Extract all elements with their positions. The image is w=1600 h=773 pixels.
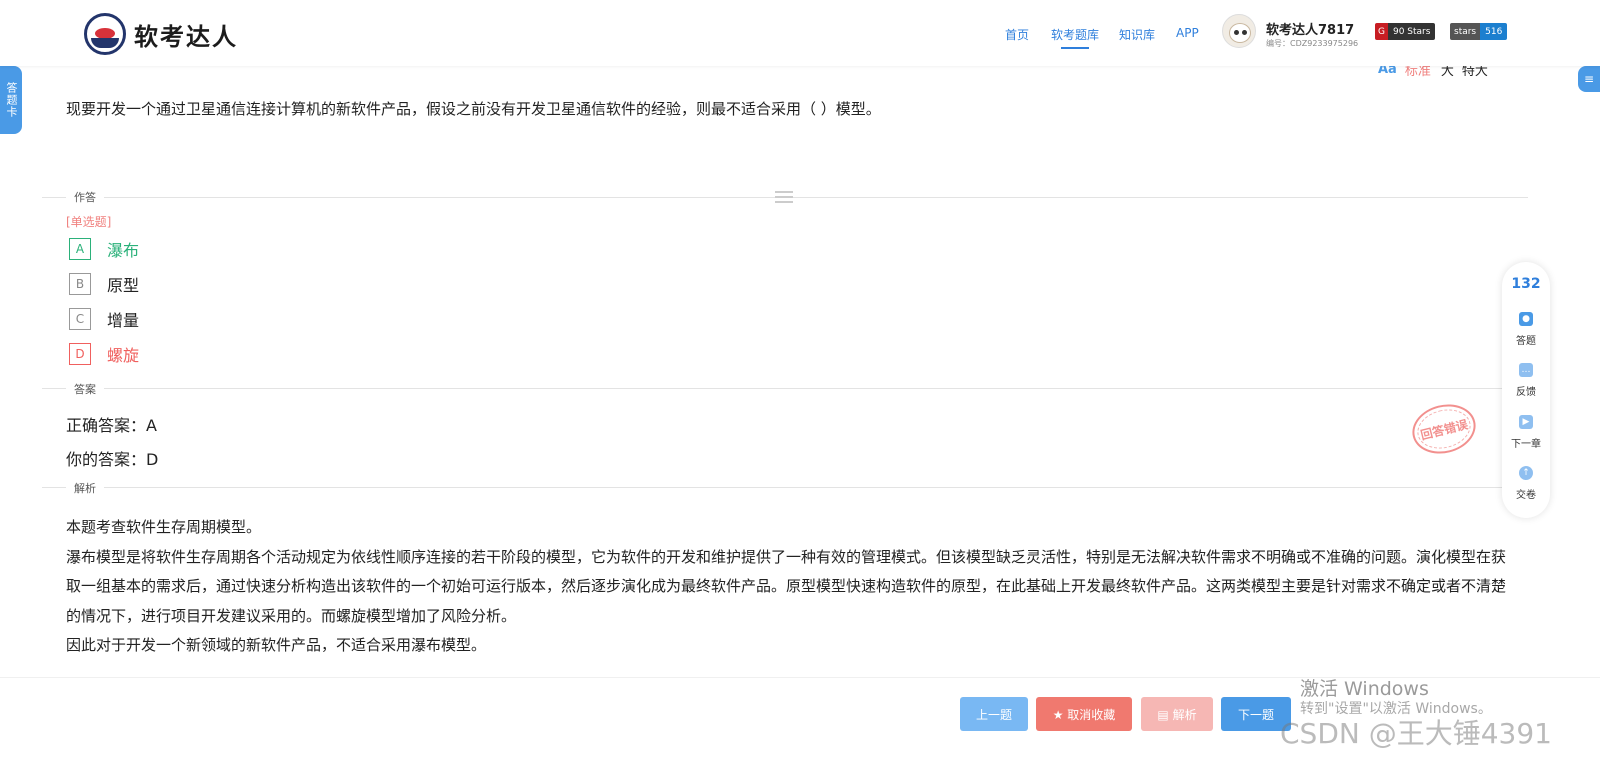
divider	[42, 388, 1528, 389]
menu-icon[interactable]: ≡	[1578, 66, 1600, 92]
submit-button[interactable]: ↑ 交卷	[1502, 466, 1550, 501]
github-stars-badge[interactable]: stars 516	[1450, 23, 1508, 40]
logo-text: 软考达人	[134, 22, 238, 51]
explanation-paragraph: 瀑布模型是将软件生存周期各个活动规定为依线性顺序连接的若干阶段的模型，它为软件的…	[66, 547, 1507, 625]
gitee-stars-badge[interactable]: G 90 Stars	[1375, 23, 1436, 40]
option-letter: D	[69, 343, 91, 365]
explanation-paragraph: 本题考查软件生存周期模型。	[66, 518, 262, 536]
prev-question-button[interactable]: 上一题	[960, 697, 1028, 731]
section-answer-label: 作答	[66, 189, 104, 205]
explanation-button[interactable]: ▤ 解析	[1141, 697, 1213, 731]
option-c[interactable]: C 增量	[69, 307, 139, 331]
gitee-icon: G	[1375, 23, 1388, 40]
option-a[interactable]: A 瀑布	[69, 237, 139, 261]
explanation-paragraph: 因此对于开发一个新领域的新软件产品，不适合采用瀑布模型。	[66, 636, 487, 654]
nav-knowledge[interactable]: 知识库	[1119, 26, 1155, 43]
option-text: 增量	[107, 311, 140, 330]
explanation-body: 本题考查软件生存周期模型。 瀑布模型是将软件生存周期各个活动规定为依线性顺序连接…	[66, 513, 1516, 661]
floating-toolbar: 132 ● 答题 … 反馈 ▶ 下一章 ↑ 交卷	[1502, 262, 1550, 518]
answer-sheet-icon: ●	[1519, 312, 1533, 326]
option-letter: A	[69, 238, 91, 260]
github-icon: stars	[1450, 23, 1481, 40]
section-explanation-label: 解析	[66, 480, 104, 496]
nav-home[interactable]: 首页	[1005, 26, 1029, 43]
submit-icon: ↑	[1519, 466, 1533, 480]
user-id: 编号：CDZ9233975296	[1266, 39, 1359, 48]
option-letter: B	[69, 273, 91, 295]
correct-answer: 正确答案：A	[66, 416, 157, 435]
option-d[interactable]: D 螺旋	[69, 342, 139, 366]
csdn-watermark: CSDN @王大锤4391	[1280, 717, 1552, 750]
avatar[interactable]	[1222, 14, 1256, 48]
option-text: 螺旋	[107, 346, 140, 365]
answer-card-tab[interactable]: 答题卡	[0, 66, 22, 134]
next-chapter-icon: ▶	[1519, 415, 1533, 429]
feedback-icon: …	[1519, 363, 1533, 377]
wrong-answer-stamp: 回答错误	[1407, 397, 1481, 461]
nav-question-bank[interactable]: 软考题库	[1051, 26, 1099, 49]
your-answer: 你的答案：D	[66, 450, 159, 469]
windows-activation-title: 激活 Windows	[1300, 678, 1429, 700]
top-header: 软考达人 首页 软考题库 知识库 APP 软考达人7817 编号：CDZ9233…	[0, 0, 1600, 66]
question-type: [单选题]	[66, 215, 112, 229]
unfavorite-button[interactable]: ★ 取消收藏	[1036, 697, 1132, 731]
option-letter: C	[69, 308, 91, 330]
question-count: 132	[1511, 276, 1541, 292]
nav-app[interactable]: APP	[1176, 26, 1199, 40]
divider	[42, 487, 1528, 488]
next-chapter-button[interactable]: ▶ 下一章	[1502, 415, 1550, 450]
site-logo[interactable]: 软考达人	[84, 13, 238, 55]
option-b[interactable]: B 原型	[69, 272, 139, 296]
drag-handle-icon[interactable]	[775, 191, 793, 203]
answer-sheet-button[interactable]: ● 答题	[1502, 312, 1550, 347]
option-text: 瀑布	[107, 241, 140, 260]
logo-icon	[84, 13, 126, 55]
feedback-button[interactable]: … 反馈	[1502, 363, 1550, 398]
user-name[interactable]: 软考达人7817	[1266, 19, 1354, 38]
section-result-label: 答案	[66, 381, 104, 397]
option-text: 原型	[107, 276, 140, 295]
question-text: 现要开发一个通过卫星通信连接计算机的新软件产品，假设之前没有开发卫星通信软件的经…	[66, 100, 881, 118]
